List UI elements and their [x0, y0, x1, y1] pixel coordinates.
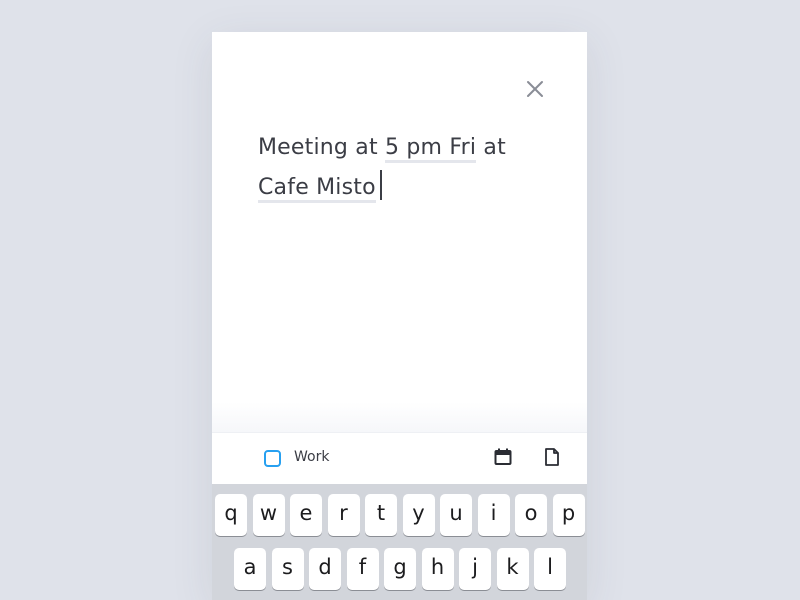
key-g[interactable]: g	[384, 548, 416, 590]
key-t[interactable]: t	[365, 494, 397, 536]
key-i[interactable]: i	[477, 494, 510, 536]
key-p[interactable]: p	[552, 494, 585, 536]
key-k[interactable]: k	[496, 548, 529, 590]
key-y[interactable]: y	[402, 494, 435, 536]
list-checkbox[interactable]	[264, 450, 281, 467]
content-fade	[212, 402, 587, 432]
on-screen-keyboard: qwertyuiop asdfghjkl	[212, 484, 587, 600]
note-card: Meeting at 5 pm Fri at Cafe Misto Work q…	[212, 32, 587, 600]
key-d[interactable]: d	[309, 548, 341, 590]
close-icon	[527, 81, 543, 97]
list-label[interactable]: Work	[294, 449, 329, 465]
time-entity[interactable]: 5 pm Fri	[385, 135, 477, 163]
key-j[interactable]: j	[459, 548, 491, 590]
key-s[interactable]: s	[271, 548, 304, 590]
key-u[interactable]: u	[440, 494, 472, 536]
key-l[interactable]: l	[534, 548, 566, 590]
note-text-editor[interactable]: Meeting at 5 pm Fri at Cafe Misto	[258, 128, 558, 208]
note-toolbar: Work	[212, 432, 587, 484]
key-q[interactable]: q	[215, 494, 247, 536]
key-w[interactable]: w	[252, 494, 285, 536]
calendar-button[interactable]	[494, 448, 512, 470]
key-r[interactable]: r	[327, 494, 360, 536]
place-entity[interactable]: Cafe Misto	[258, 175, 376, 203]
key-a[interactable]: a	[234, 548, 266, 590]
attach-document-button[interactable]	[544, 448, 560, 470]
note-text-part: at	[476, 135, 506, 160]
key-f[interactable]: f	[346, 548, 379, 590]
document-icon	[545, 448, 559, 466]
calendar-icon	[494, 448, 512, 465]
text-caret	[379, 170, 382, 200]
note-text-part: Meeting at	[258, 135, 385, 160]
key-o[interactable]: o	[515, 494, 547, 536]
key-h[interactable]: h	[421, 548, 454, 590]
close-button[interactable]	[524, 78, 546, 100]
key-e[interactable]: e	[290, 494, 322, 536]
